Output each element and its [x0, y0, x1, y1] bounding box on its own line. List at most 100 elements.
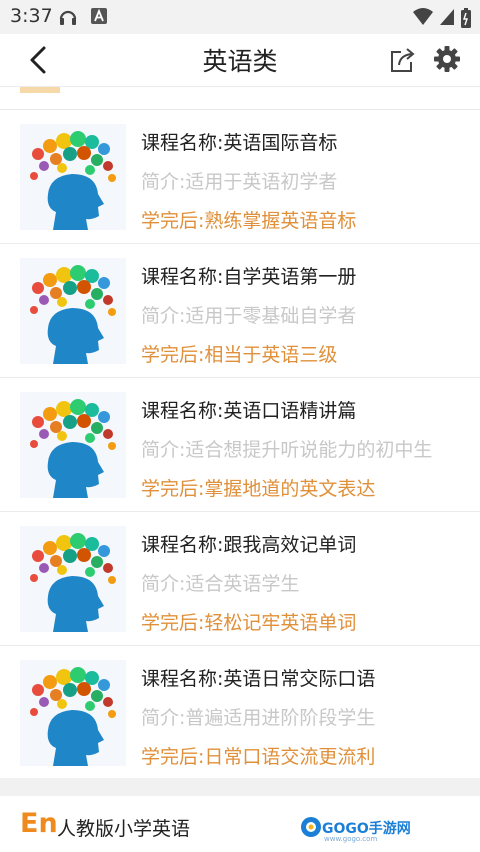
watermark-subtext: www.gogo.com [324, 835, 378, 843]
idea-bubble [30, 172, 38, 180]
idea-bubble [30, 440, 38, 448]
idea-bubble [56, 267, 72, 283]
head-ideas-illustration [30, 667, 116, 766]
course-thumbnail [20, 660, 126, 766]
idea-bubble [43, 675, 57, 689]
idea-bubble [103, 563, 113, 573]
idea-bubble [30, 574, 38, 582]
idea-bubble [103, 295, 113, 305]
idea-bubble [98, 545, 110, 557]
idea-bubble [63, 147, 77, 161]
idea-bubble [77, 548, 91, 562]
head-silhouette [47, 308, 104, 364]
course-item[interactable]: 课程名称:跟我高效记单词 简介:适合英语学生 学完后:轻松记牢英语单词 [0, 512, 480, 646]
head-ideas-illustration [30, 265, 116, 364]
course-item[interactable]: 课程名称:自学英语第一册 简介:适用于零基础自学者 学完后:相当于英语三级 [0, 244, 480, 378]
idea-bubble [63, 415, 77, 429]
course-thumbnail [20, 392, 126, 498]
headset-icon [59, 10, 77, 25]
course-thumbnail [20, 526, 126, 632]
idea-bubble [85, 165, 95, 175]
idea-bubble [108, 710, 116, 718]
idea-bubble [39, 563, 49, 573]
idea-bubble [103, 161, 113, 171]
idea-bubble [56, 535, 72, 551]
head-ideas-illustration [30, 399, 116, 498]
course-item[interactable]: 课程名称:英语日常交际口语 简介:普遍适用进阶阶段学生 学完后:日常口语交流更流… [0, 646, 480, 780]
head-silhouette [47, 576, 104, 632]
a-badge-icon [91, 8, 107, 24]
idea-bubble [63, 549, 77, 563]
idea-bubble [30, 306, 38, 314]
idea-bubble [57, 163, 67, 173]
idea-bubble [43, 139, 57, 153]
idea-bubble [85, 567, 95, 577]
idea-bubble [32, 416, 44, 428]
idea-bubble [108, 174, 116, 182]
course-item[interactable]: 课程名称:英语口语精讲篇 简介:适合想提升听说能力的初中生 学完后:掌握地道的英… [0, 378, 480, 512]
idea-bubble [85, 299, 95, 309]
idea-bubble [91, 690, 103, 702]
idea-bubble [77, 146, 91, 160]
watermark-logo-icon [301, 817, 321, 837]
idea-bubble [50, 555, 62, 567]
idea-bubble [98, 277, 110, 289]
idea-bubble [32, 282, 44, 294]
idea-bubble [98, 411, 110, 423]
idea-bubble [70, 399, 86, 415]
idea-bubble [85, 701, 95, 711]
idea-bubble [43, 407, 57, 421]
idea-bubble [57, 297, 67, 307]
idea-bubble [108, 308, 116, 316]
brand-name: 人教版小学英语 [57, 818, 191, 840]
idea-bubble [39, 697, 49, 707]
status-bar: 3:37 [0, 0, 480, 34]
idea-bubble [77, 280, 91, 294]
idea-bubble [57, 431, 67, 441]
idea-bubble [57, 699, 67, 709]
head-silhouette [47, 174, 104, 230]
watermark: GOGO手游网 www.gogo.com [300, 816, 411, 846]
course-intro: 简介:适合英语学生 [141, 573, 300, 595]
course-outcome: 学完后:相当于英语三级 [141, 344, 338, 366]
share-icon[interactable] [388, 45, 418, 75]
idea-bubble [32, 148, 44, 160]
course-name: 课程名称:英语日常交际口语 [141, 668, 376, 690]
idea-bubble [39, 429, 49, 439]
course-item[interactable]: 课程名称:英语国际音标 简介:适用于英语初学者 学完后:熟练掌握英语音标 [0, 110, 480, 244]
footer-divider [0, 778, 480, 796]
idea-bubble [63, 281, 77, 295]
course-name: 课程名称:自学英语第一册 [141, 266, 357, 288]
app-bar: 英语类 [0, 34, 480, 87]
idea-bubble [70, 131, 86, 147]
head-silhouette [47, 710, 104, 766]
idea-bubble [108, 442, 116, 450]
idea-bubble [85, 433, 95, 443]
idea-bubble [103, 697, 113, 707]
gear-icon[interactable] [432, 44, 462, 74]
idea-bubble [70, 533, 86, 549]
idea-bubble [50, 421, 62, 433]
idea-bubble [39, 161, 49, 171]
brand-logo: En [20, 808, 58, 839]
idea-bubble [32, 684, 44, 696]
course-thumbnail [20, 258, 126, 364]
idea-bubble [30, 708, 38, 716]
idea-bubble [43, 541, 57, 555]
status-time: 3:37 [10, 5, 53, 27]
idea-bubble [70, 667, 86, 683]
idea-bubble [91, 422, 103, 434]
course-name: 课程名称:英语国际音标 [141, 132, 338, 154]
idea-bubble [50, 689, 62, 701]
course-outcome: 学完后:掌握地道的英文表达 [141, 478, 376, 500]
course-outcome: 学完后:轻松记牢英语单词 [141, 612, 357, 634]
idea-bubble [103, 429, 113, 439]
course-thumbnail [20, 124, 126, 230]
idea-bubble [98, 679, 110, 691]
idea-bubble [56, 669, 72, 685]
idea-bubble [50, 153, 62, 165]
scrolled-item-edge [0, 87, 480, 110]
course-intro: 简介:适用于零基础自学者 [141, 305, 357, 327]
battery-icon [461, 8, 471, 28]
idea-bubble [108, 576, 116, 584]
